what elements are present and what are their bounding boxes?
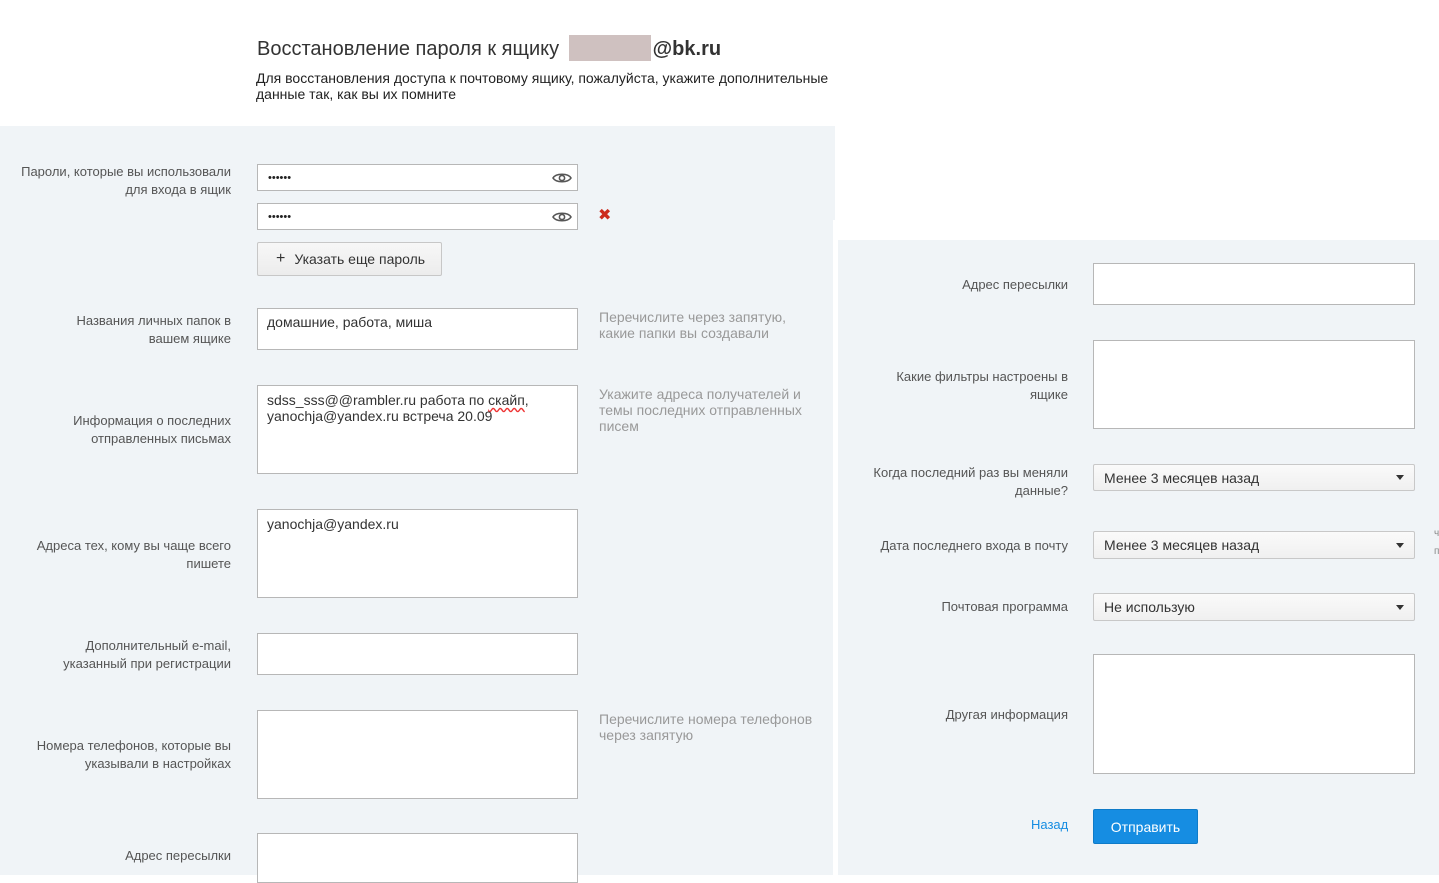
password-field-1[interactable]: ••••••	[257, 164, 578, 191]
folders-input[interactable]: домашние, работа, миша	[257, 308, 578, 350]
submit-button[interactable]: Отправить	[1093, 809, 1198, 844]
chevron-down-icon	[1396, 542, 1404, 548]
spellcheck-word: скайп	[488, 392, 525, 408]
page-title: Восстановление пароля к ящику @bk.ru	[257, 35, 721, 61]
forward-label: Адрес пересылки	[962, 277, 1068, 292]
passwords-label: Пароли, которые вы использовали для вход…	[21, 164, 231, 197]
add-password-button[interactable]: + Указать еще пароль	[257, 242, 442, 276]
phones-label: Номера телефонов, которые вы указывали в…	[36, 738, 231, 771]
last-login-select[interactable]: Менее 3 месяцев назад	[1093, 531, 1415, 559]
forward-input-left[interactable]	[257, 833, 578, 883]
clipped-text-fragment: чп	[1434, 528, 1439, 557]
mail-domain: @bk.ru	[652, 38, 722, 60]
forward-label-left: Адрес пересылки	[125, 848, 231, 863]
filters-textarea[interactable]	[1093, 340, 1415, 429]
last-change-label: Когда последний раз вы меняли данные?	[873, 465, 1068, 498]
chevron-down-icon	[1396, 475, 1404, 480]
frequent-recipients-label: Адреса тех, кому вы чаще всего пишете	[36, 538, 231, 571]
plus-icon: +	[276, 250, 286, 267]
filters-label: Какие фильтры настроены в ящике	[896, 369, 1068, 402]
chevron-down-icon	[1396, 604, 1404, 610]
last-letters-label: Информация о последних отправленных пись…	[73, 413, 231, 446]
extra-email-input[interactable]	[257, 633, 578, 675]
forward-input[interactable]	[1093, 263, 1415, 305]
page-subtitle: Для восстановления доступа к почтовому я…	[256, 70, 829, 102]
other-info-label: Другая информация	[945, 707, 1068, 722]
password-field-2[interactable]: ••••••	[257, 203, 578, 230]
last-letters-hint: Укажите адреса получателей и темы послед…	[599, 386, 802, 434]
extra-email-label: Дополнительный e-mail, указанный при рег…	[63, 638, 231, 671]
mail-client-label: Почтовая программа	[941, 599, 1068, 614]
eye-icon[interactable]	[547, 204, 577, 229]
eye-icon[interactable]	[547, 165, 577, 190]
last-login-label: Дата последнего входа в почту	[880, 538, 1069, 553]
close-icon[interactable]: ✖	[598, 205, 611, 225]
frequent-recipients-textarea[interactable]: yanochja@yandex.ru	[257, 509, 578, 598]
back-link[interactable]: Назад	[1031, 817, 1068, 832]
last-letters-textarea[interactable]: sdss_sss@@rambler.ru работа по скайп, ya…	[257, 385, 578, 474]
other-info-textarea[interactable]	[1093, 654, 1415, 774]
folders-hint: Перечислите через запятую, какие папки в…	[599, 309, 786, 341]
last-change-select[interactable]: Менее 3 месяцев назад	[1093, 464, 1415, 491]
mail-client-select[interactable]: Не использую	[1093, 593, 1415, 621]
masked-username	[568, 35, 651, 61]
phones-hint: Перечислите номера телефонов через запят…	[599, 711, 813, 743]
phones-textarea[interactable]	[257, 710, 578, 799]
folders-label: Названия личных папок в вашем ящике	[76, 313, 231, 346]
